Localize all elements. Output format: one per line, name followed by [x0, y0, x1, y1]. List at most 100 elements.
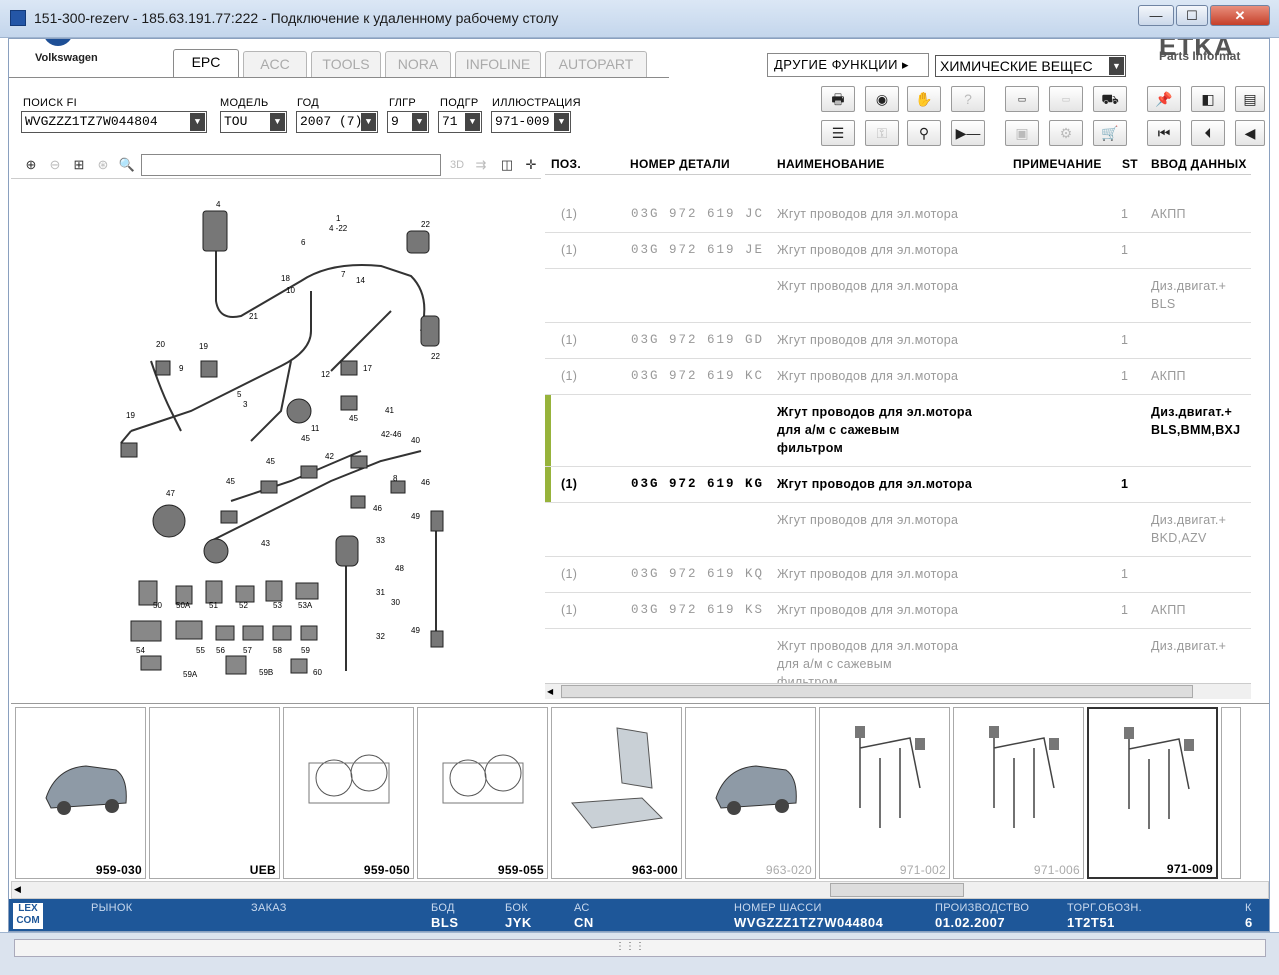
sub-group-select[interactable]: 71 ▼	[438, 111, 482, 133]
thumbnail-UEB[interactable]: UEB	[149, 707, 280, 879]
cart-transfer-icon[interactable]: ⛟	[1093, 86, 1127, 112]
table-row[interactable]: (1) 03G 972 619 JC Жгут проводов для эл.мо…	[545, 197, 1251, 233]
chevron-down-icon[interactable]: ▼	[190, 113, 205, 131]
svg-text:17: 17	[363, 364, 372, 373]
col-st[interactable]: ST	[1122, 157, 1138, 171]
table-row[interactable]: (1) 03G 972 619 KS Жгут проводов для эл.мо…	[545, 593, 1251, 629]
elsa-icon[interactable]: ▭	[1005, 86, 1039, 112]
table-row[interactable]: (1) 03G 972 619 KG Жгут проводов для эл.мо…	[545, 467, 1251, 503]
thumbnail-963-000[interactable]: 963-000	[551, 707, 682, 879]
search-icon[interactable]: 🔍	[117, 155, 137, 175]
scroll-left-icon[interactable]: ◀	[14, 884, 21, 895]
table-scrollbar[interactable]: ◀	[545, 683, 1251, 699]
other-functions-menu[interactable]: ДРУГИЕ ФУНКЦИИ ▸	[767, 53, 929, 77]
thumbnail-963-020[interactable]: 963-020	[685, 707, 816, 879]
split-view-icon[interactable]: ⇉	[471, 155, 491, 175]
first-page-icon[interactable]: ⏮	[1147, 120, 1181, 146]
tab-acc[interactable]: ACC	[243, 51, 307, 77]
bicycle-icon[interactable]: ⚲	[907, 120, 941, 146]
close-button[interactable]: ✕	[1210, 5, 1270, 26]
thumbnail-971-002[interactable]: 971-002	[819, 707, 950, 879]
pin-icon[interactable]: 📌	[1147, 86, 1181, 112]
thumbnail-971-009[interactable]: 971-009	[1087, 707, 1218, 879]
tab-infoline[interactable]: INFOLINE	[455, 51, 541, 77]
thumbnail-959-055[interactable]: 959-055	[417, 707, 548, 879]
graphic-search-input[interactable]	[141, 154, 441, 176]
chevron-down-icon[interactable]: ▼	[554, 113, 569, 131]
table-row[interactable]: (1) 03G 972 619 JE Жгут проводов для эл.мо…	[545, 233, 1251, 269]
book-icon[interactable]: ◧	[1191, 86, 1225, 112]
engine-icon[interactable]: ⚙	[1049, 120, 1083, 146]
scroll-left-icon[interactable]: ◀	[547, 686, 557, 697]
back-arrow-icon[interactable]: ◀	[1235, 120, 1265, 146]
thumbnail-959-030[interactable]: 959-030	[15, 707, 146, 879]
parts-illustration[interactable]: 414 -22 6 22 18 10 7 14 21 20 19 9 12 17 22 5 3 11…	[11, 181, 543, 701]
col-part[interactable]: НОМЕР ДЕТАЛИ	[630, 157, 730, 171]
svg-text:58: 58	[273, 646, 282, 655]
tab-tools[interactable]: TOOLS	[311, 51, 381, 77]
svg-text:21: 21	[249, 312, 258, 321]
panel-icon[interactable]: ◫	[497, 155, 517, 175]
illustration-select[interactable]: 971-009 ▼	[491, 111, 571, 133]
scroll-grip-icon[interactable]: ⋮⋮⋮	[615, 941, 645, 952]
col-note[interactable]: ПРИМЕЧАНИЕ	[1013, 157, 1102, 171]
chevron-down-icon[interactable]: ▼	[412, 113, 427, 131]
print-icon[interactable]: 🖶	[821, 86, 855, 112]
table-row[interactable]: (1) 03G 972 619 KC Жгут проводов для эл.мо…	[545, 359, 1251, 395]
previous-page-icon[interactable]: ⏴	[1191, 120, 1225, 146]
minimize-button[interactable]: —	[1138, 5, 1174, 26]
zoom-area-icon[interactable]: ⊞	[69, 155, 89, 175]
svg-text:4 -22: 4 -22	[329, 224, 348, 233]
chevron-down-icon[interactable]: ▼	[465, 113, 480, 131]
year-select[interactable]: 2007 (7) ▼	[296, 111, 378, 133]
document-icon[interactable]: ▤	[1235, 86, 1265, 112]
col-data[interactable]: ВВОД ДАННЫХ	[1151, 157, 1247, 171]
list-icon[interactable]: ☰	[821, 120, 855, 146]
disc-icon[interactable]: ◉	[865, 86, 899, 112]
table-row[interactable]: (1) 03G 972 619 KQ Жгут проводов для эл.мо…	[545, 557, 1251, 593]
thumbnail-971-006[interactable]: 971-006	[953, 707, 1084, 879]
thumbnail-partial[interactable]	[1221, 707, 1241, 879]
svg-text:53: 53	[273, 601, 282, 610]
main-group-select[interactable]: 9 ▼	[387, 111, 429, 133]
thumbnail-scrollbar[interactable]: ◀	[11, 881, 1269, 899]
col-pos[interactable]: ПОЗ.	[551, 157, 581, 171]
screen-icon[interactable]: ▣	[1005, 120, 1039, 146]
lexcom-logo: LEX COM	[13, 903, 43, 929]
svg-text:45: 45	[226, 477, 235, 486]
window-scrollbar[interactable]: ⋮⋮⋮	[14, 939, 1266, 957]
bod-value: BLS	[431, 915, 459, 930]
table-row[interactable]: Жгут проводов для эл.мотора Диз.двигат.+ …	[545, 503, 1251, 557]
model-select[interactable]: TOU ▼	[220, 111, 287, 133]
chevron-down-icon[interactable]: ▼	[1109, 57, 1124, 75]
thumbnail-959-050[interactable]: 959-050	[283, 707, 414, 879]
tab-autopart[interactable]: AUTOPART	[545, 51, 647, 77]
3d-icon[interactable]: 3D	[447, 155, 467, 175]
table-header: ПОЗ. НОМЕР ДЕТАЛИ НАИМЕНОВАНИЕ ПРИМЕЧАНИ…	[545, 153, 1251, 175]
tab-epc[interactable]: EPC	[173, 49, 239, 77]
col-name[interactable]: НАИМЕНОВАНИЕ	[777, 157, 885, 171]
maximize-button[interactable]: ☐	[1176, 5, 1208, 26]
window-titlebar: 151-300-rezerv - 185.63.191.77:222 - Под…	[0, 0, 1279, 38]
scrollbar-thumb[interactable]	[561, 685, 1193, 698]
chemicals-select[interactable]: ХИМИЧЕСКИЕ ВЕЩЕС ▼	[935, 55, 1126, 77]
key-icon[interactable]: ⚿	[865, 120, 899, 146]
table-row[interactable]: (1) 03G 972 619 GD Жгут проводов для эл.мо…	[545, 323, 1251, 359]
thumbnail-image	[308, 754, 390, 804]
chevron-down-icon[interactable]: ▼	[270, 113, 285, 131]
help-icon[interactable]: ?	[951, 86, 985, 112]
zoom-reset-icon[interactable]: ⊛	[93, 155, 113, 175]
cart-icon[interactable]: 🛒	[1093, 120, 1127, 146]
zoom-out-icon[interactable]: ⊖	[45, 155, 65, 175]
scrollbar-thumb[interactable]	[830, 883, 964, 897]
search-fi-input[interactable]: WVGZZZ1TZ7W044804 ▼	[21, 111, 207, 133]
handshake-icon[interactable]: ✋	[907, 86, 941, 112]
zoom-in-icon[interactable]: ⊕	[21, 155, 41, 175]
crosshair-icon[interactable]: ✛	[521, 155, 541, 175]
table-row[interactable]: Жгут проводов для эл.мотора для а/м с са…	[545, 395, 1251, 467]
play-minus-icon[interactable]: ▶—	[951, 120, 985, 146]
chevron-down-icon[interactable]: ▼	[361, 113, 376, 131]
tab-nora[interactable]: NORA	[385, 51, 451, 77]
depot-icon[interactable]: ▭	[1049, 86, 1083, 112]
table-row[interactable]: Жгут проводов для эл.мотора Диз.двигат.+ …	[545, 269, 1251, 323]
